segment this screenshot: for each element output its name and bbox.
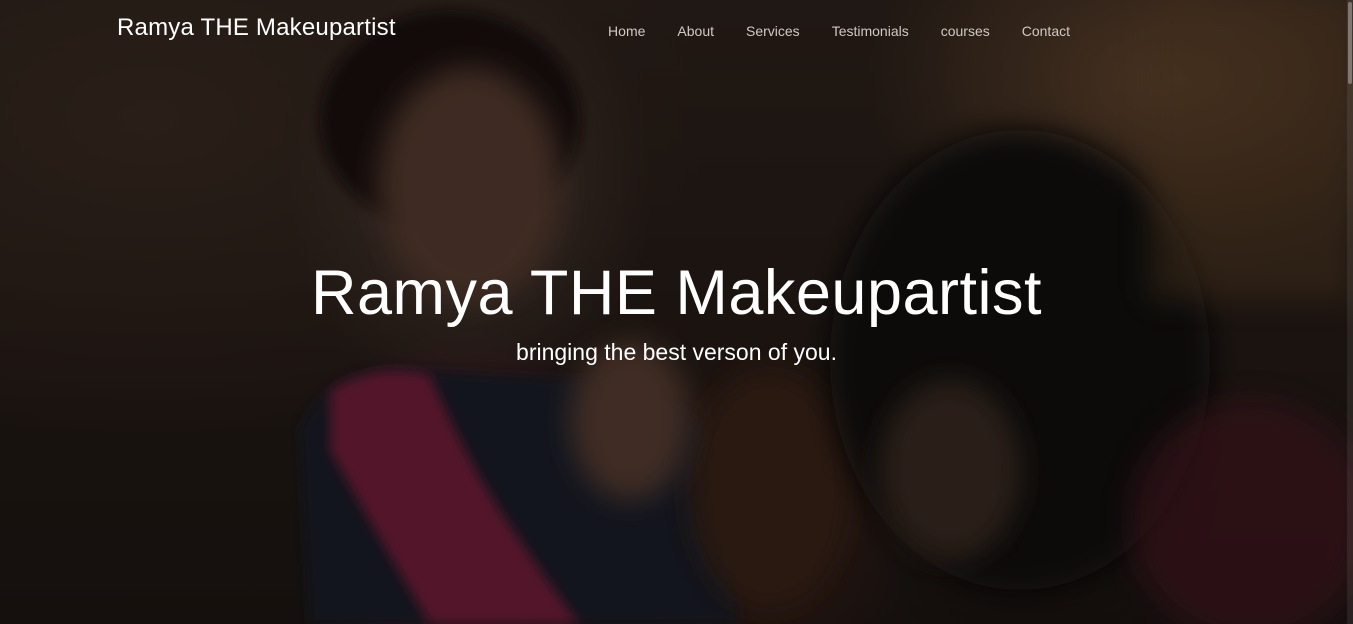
nav-link-about[interactable]: About bbox=[661, 21, 730, 41]
nav-menu: Home About Services Testimonials courses… bbox=[592, 21, 1070, 41]
hero-text-block: Ramya THE Makeupartist bringing the best… bbox=[0, 255, 1353, 367]
brand-logo-link[interactable]: Ramya THE Makeupartist bbox=[117, 14, 396, 42]
nav-link-contact[interactable]: Contact bbox=[1006, 21, 1070, 41]
nav-item-courses: courses bbox=[925, 21, 1006, 41]
nav-item-home: Home bbox=[592, 21, 661, 41]
nav-item-contact: Contact bbox=[1006, 21, 1070, 41]
hero-section: Ramya THE Makeupartist Home About Servic… bbox=[0, 0, 1353, 624]
nav-link-services[interactable]: Services bbox=[730, 21, 816, 41]
nav-link-home[interactable]: Home bbox=[592, 21, 661, 41]
nav-item-services: Services bbox=[730, 21, 816, 41]
hero-title: Ramya THE Makeupartist bbox=[310, 258, 1043, 328]
hero-subtitle: bringing the best verson of you. bbox=[516, 339, 837, 365]
scrollbar-thumb[interactable] bbox=[1348, 2, 1352, 84]
page-scrollbar[interactable] bbox=[1347, 0, 1353, 624]
nav-link-courses[interactable]: courses bbox=[925, 21, 1006, 41]
navbar: Ramya THE Makeupartist Home About Servic… bbox=[0, 0, 1353, 62]
nav-item-testimonials: Testimonials bbox=[816, 21, 925, 41]
nav-item-about: About bbox=[661, 21, 730, 41]
nav-link-testimonials[interactable]: Testimonials bbox=[816, 21, 925, 41]
